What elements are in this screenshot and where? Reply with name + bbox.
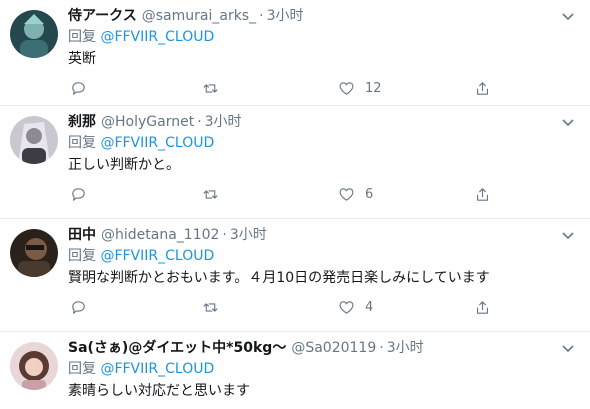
tweet-text: 英断	[68, 51, 96, 67]
retweet-icon	[203, 83, 218, 93]
tweet-header: 侍アークス @samurai_arks_ · 3小时	[68, 6, 303, 26]
tweet-header: Sa(さぁ)@ダイエット中*50kg～ @Sa020119 · 3小时	[68, 338, 424, 358]
caret-down-icon[interactable]	[560, 227, 576, 243]
like-button[interactable]: 4	[338, 297, 373, 317]
reply-prefix: 回复	[68, 29, 96, 45]
reply-button[interactable]	[70, 78, 87, 98]
like-button[interactable]: 12	[338, 78, 382, 98]
share-icon	[476, 187, 489, 201]
user-handle[interactable]: @Sa020119	[291, 338, 376, 358]
tweet-text: 正しい判断かと。	[68, 157, 180, 173]
display-name[interactable]: 刹那	[68, 112, 96, 132]
tweet-text: 賢明な判断かとおもいます。４月10日の発売日楽しみにしています	[68, 270, 490, 286]
reply-button[interactable]	[70, 184, 87, 204]
like-icon	[339, 187, 354, 201]
reply-to-link[interactable]: @FFVIIR_CLOUD	[100, 248, 214, 264]
retweet-button[interactable]	[202, 297, 219, 317]
user-handle[interactable]: @hidetana_1102	[101, 225, 219, 245]
timestamp[interactable]: 3小时	[230, 225, 267, 245]
tweet-2[interactable]: 刹那 @HolyGarnet · 3小时 回复 @FFVIIR_CLOUD 正し…	[0, 106, 590, 219]
caret-down-icon[interactable]	[560, 8, 576, 24]
separator-dot: ·	[379, 340, 384, 356]
reply-icon	[72, 81, 85, 95]
avatar[interactable]	[10, 10, 58, 58]
tweet-actions: 4	[68, 297, 568, 317]
caret-down-icon[interactable]	[560, 340, 576, 356]
reply-prefix: 回复	[68, 248, 96, 264]
share-icon	[476, 81, 489, 95]
like-count: 6	[365, 186, 374, 202]
tweet-actions: 12	[68, 78, 568, 98]
tweet-text: 素晴らしい対応だと思います	[68, 383, 250, 399]
reply-to-link[interactable]: @FFVIIR_CLOUD	[100, 29, 214, 45]
tweet-header: 田中 @hidetana_1102 · 3小时	[68, 225, 267, 245]
user-handle[interactable]: @samurai_arks_	[142, 6, 256, 26]
like-button[interactable]: 6	[338, 184, 373, 204]
reply-context: 回复 @FFVIIR_CLOUD	[68, 246, 214, 266]
tweet-1[interactable]: 侍アークス @samurai_arks_ · 3小时 回复 @FFVIIR_CL…	[0, 0, 590, 106]
timestamp[interactable]: 3小时	[387, 338, 424, 358]
avatar[interactable]	[10, 342, 58, 390]
user-handle[interactable]: @HolyGarnet	[101, 112, 194, 132]
display-name[interactable]: 侍アークス	[68, 6, 137, 26]
reply-prefix: 回复	[68, 361, 96, 377]
reply-context: 回复 @FFVIIR_CLOUD	[68, 133, 214, 153]
tweet-actions: 6	[68, 184, 568, 204]
reply-icon	[72, 300, 85, 314]
separator-dot: ·	[222, 227, 227, 243]
retweet-icon	[203, 189, 218, 199]
reply-icon	[72, 187, 85, 201]
reply-button[interactable]	[70, 297, 87, 317]
reply-context: 回复 @FFVIIR_CLOUD	[68, 359, 214, 379]
timestamp[interactable]: 3小时	[205, 112, 242, 132]
separator-dot: ·	[197, 114, 202, 130]
display-name[interactable]: 田中	[68, 225, 96, 245]
share-button[interactable]	[474, 184, 491, 204]
avatar[interactable]	[10, 229, 58, 277]
like-icon	[339, 300, 354, 314]
share-icon	[476, 300, 489, 314]
share-button[interactable]	[474, 297, 491, 317]
timestamp[interactable]: 3小时	[267, 6, 304, 26]
separator-dot: ·	[259, 8, 264, 24]
reply-prefix: 回复	[68, 135, 96, 151]
tweet-4[interactable]: Sa(さぁ)@ダイエット中*50kg～ @Sa020119 · 3小时 回复 @…	[0, 332, 590, 409]
reply-to-link[interactable]: @FFVIIR_CLOUD	[100, 361, 214, 377]
reply-context: 回复 @FFVIIR_CLOUD	[68, 27, 214, 47]
like-count: 4	[365, 299, 374, 315]
reply-to-link[interactable]: @FFVIIR_CLOUD	[100, 135, 214, 151]
caret-down-icon[interactable]	[560, 114, 576, 130]
tweet-header: 刹那 @HolyGarnet · 3小时	[68, 112, 242, 132]
retweet-button[interactable]	[202, 78, 219, 98]
share-button[interactable]	[474, 78, 491, 98]
display-name[interactable]: Sa(さぁ)@ダイエット中*50kg～	[68, 338, 286, 358]
tweet-3[interactable]: 田中 @hidetana_1102 · 3小时 回复 @FFVIIR_CLOUD…	[0, 219, 590, 332]
retweet-icon	[203, 302, 218, 312]
like-count: 12	[365, 80, 382, 96]
retweet-button[interactable]	[202, 184, 219, 204]
like-icon	[339, 81, 354, 95]
avatar[interactable]	[10, 116, 58, 164]
